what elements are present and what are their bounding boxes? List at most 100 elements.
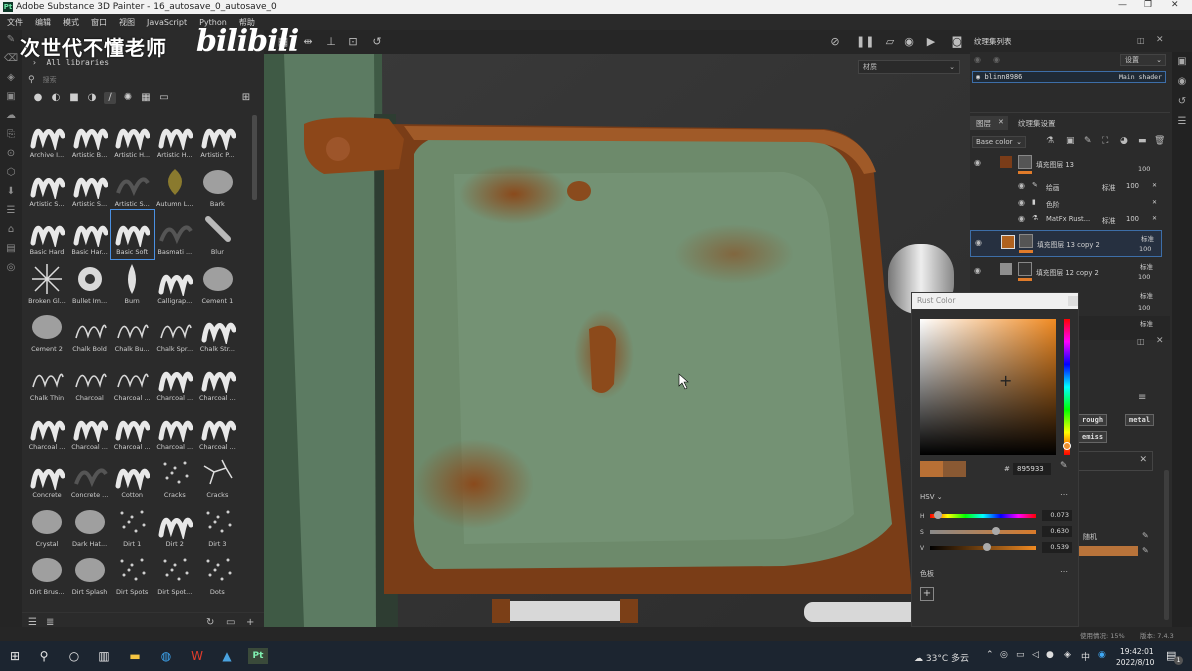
color-mode[interactable]: HSV ⌄	[920, 493, 943, 501]
history-icon[interactable]: ↺	[370, 35, 384, 49]
brush-item[interactable]: Burn	[111, 259, 154, 308]
brush-item[interactable]: Charcoal	[69, 356, 112, 405]
brush-item[interactable]: Artistic H...	[111, 113, 154, 162]
effect-row[interactable]: ◉ ▮ 色阶 ✕	[970, 197, 1162, 211]
brush-item[interactable]: Dirt Spot...	[154, 550, 197, 599]
eye-icon[interactable]: ◉	[1018, 198, 1025, 207]
brush-item[interactable]: Basmati ...	[154, 210, 197, 259]
shelf-search[interactable]: ⚲ 搜索	[28, 73, 256, 87]
brush-item[interactable]: Bark	[196, 162, 239, 211]
brush-item[interactable]: Charcoal ...	[111, 356, 154, 405]
brush-item[interactable]: Chalk Thin	[26, 356, 69, 405]
eye-icon[interactable]: ◉	[976, 73, 980, 81]
effect-row[interactable]: ◉ ✎ 绘画 标准 100 ✕	[970, 180, 1162, 194]
brush-item[interactable]: Cracks	[154, 453, 197, 502]
brush-item[interactable]: Charcoal ...	[196, 405, 239, 454]
tray-app-icon[interactable]: ◉	[1098, 650, 1106, 660]
brush-item[interactable]: Artistic B...	[69, 113, 112, 162]
clock-date[interactable]: 2022/8/10	[1116, 658, 1154, 667]
brush-item[interactable]: Basic Soft	[110, 209, 155, 260]
brush-item[interactable]: Artistic S...	[26, 162, 69, 211]
filter-environment-icon[interactable]: ▭	[158, 92, 170, 104]
brush-item[interactable]: Chalk Bu...	[111, 307, 154, 356]
tag-roughness[interactable]: rough	[1078, 414, 1108, 426]
brush-item[interactable]: Chalk Spr...	[154, 307, 197, 356]
texture-set-row[interactable]: ◉ blinn8986 Main shader	[972, 71, 1166, 83]
app-icon[interactable]: ▲	[219, 648, 235, 664]
brush-item[interactable]: Dirt Brus...	[26, 550, 69, 599]
tray-app-icon[interactable]: ◈	[1064, 650, 1071, 660]
viewport-mode-icon[interactable]: ▱	[883, 35, 897, 49]
blend-mode[interactable]: 标准	[1102, 215, 1116, 225]
brush-item[interactable]: Concrete	[26, 453, 69, 502]
blend-mode[interactable]: 标准	[1140, 318, 1153, 328]
blend-mode[interactable]: 标准	[1141, 233, 1154, 243]
add-folder-icon[interactable]: ▬	[1138, 136, 1147, 146]
effect-delete-icon[interactable]: ✕	[1152, 215, 1157, 222]
menu-view[interactable]: 视图	[119, 17, 135, 28]
brush-item[interactable]: Broken Gl...	[26, 259, 69, 308]
shader-settings-icon[interactable]: ◉	[1172, 72, 1192, 92]
eye-icon[interactable]: ◉	[1018, 181, 1025, 190]
camera-icon[interactable]: ▶	[924, 35, 938, 49]
brush-item[interactable]: Dirt 2	[154, 502, 197, 551]
hide-icon[interactable]: ⊘	[828, 35, 842, 49]
hue-handle[interactable]	[1063, 442, 1071, 450]
brush-item[interactable]: Charcoal ...	[111, 405, 154, 454]
eye-icon[interactable]: ◉	[975, 238, 982, 247]
settings-dropdown[interactable]: 设置 ⌄	[1120, 54, 1166, 66]
assets-icon[interactable]: ⬇	[0, 182, 22, 201]
tray-app-icon[interactable]: ●	[1046, 650, 1054, 660]
layer-row[interactable]: ◉ 填充图层 12 copy 2 标准 100	[970, 259, 1162, 286]
h-slider-handle[interactable]	[934, 511, 942, 519]
substance-painter-taskbar-icon[interactable]: Pt	[248, 648, 268, 664]
add-swatch-button[interactable]: +	[920, 587, 934, 601]
material-select[interactable]: 材质 ⌄	[858, 60, 960, 74]
layer-opacity[interactable]: 100	[1138, 165, 1150, 173]
layer-opacity[interactable]: 100	[1139, 245, 1151, 253]
add-mask-icon[interactable]: ▣	[1066, 136, 1075, 146]
brush-item[interactable]: Dark Hat...	[69, 502, 112, 551]
add-paint-layer-icon[interactable]: ✎	[1084, 136, 1092, 146]
layer-opacity[interactable]: 100	[1138, 273, 1150, 281]
eyedropper-icon[interactable]: ✎	[1060, 461, 1068, 471]
paint-brush-icon[interactable]: ✎	[0, 30, 22, 49]
weather-widget[interactable]: ☁ 33°C 多云	[914, 651, 969, 664]
brush-item[interactable]: Archive I...	[26, 113, 69, 162]
effect-opacity[interactable]: 100	[1126, 215, 1139, 223]
brush-item[interactable]: Artistic S...	[69, 162, 112, 211]
hue-strip[interactable]	[1063, 319, 1071, 455]
symmetry-icon[interactable]: ⇹	[301, 35, 315, 49]
menu-javascript[interactable]: JavaScript	[147, 18, 187, 27]
log-icon[interactable]: ☰	[1172, 112, 1192, 132]
saturation-value-field[interactable]: +	[920, 319, 1056, 455]
pause-icon[interactable]: ❚❚	[856, 35, 874, 49]
brush-item[interactable]: Charcoal ...	[196, 356, 239, 405]
s-slider[interactable]	[930, 527, 1036, 535]
polygon-fill-icon[interactable]: ⬡	[0, 163, 22, 182]
brush-item[interactable]: Dirt Splash	[69, 550, 112, 599]
edge-browser-icon[interactable]: ◍	[158, 648, 174, 664]
brush-item[interactable]: Bullet Im...	[69, 259, 112, 308]
filter-tools-icon[interactable]: ▦	[140, 92, 152, 104]
layer-opacity[interactable]: 100	[1138, 304, 1150, 312]
menu-window[interactable]: 窗口	[91, 17, 107, 28]
filter-materials-icon[interactable]: ●	[32, 92, 44, 104]
brush-item[interactable]: Cement 2	[26, 307, 69, 356]
brush-item[interactable]: Charcoal ...	[69, 405, 112, 454]
color-picker-tool-icon[interactable]: ⊙	[0, 144, 22, 163]
menu-edit[interactable]: 编辑	[35, 17, 51, 28]
panel-close-icon[interactable]: ✕	[1156, 35, 1164, 45]
properties-close-icon[interactable]: ✕	[1156, 336, 1164, 346]
clock-time[interactable]: 19:42:01	[1120, 647, 1154, 656]
volume-icon[interactable]: ◁	[1032, 650, 1039, 660]
brush-item[interactable]: Artistic S...	[111, 162, 154, 211]
brush-item[interactable]: Charcoal ...	[26, 405, 69, 454]
brush-item[interactable]: Chalk Bold	[69, 307, 112, 356]
3d-viewport[interactable]	[264, 54, 970, 627]
s-slider-handle[interactable]	[992, 527, 1000, 535]
filter-particles-icon[interactable]: ✺	[122, 92, 134, 104]
brush-item[interactable]: Crystal	[26, 502, 69, 551]
filter-smart-materials-icon[interactable]: ◐	[50, 92, 62, 104]
eye-icon[interactable]: ◉	[974, 266, 981, 275]
